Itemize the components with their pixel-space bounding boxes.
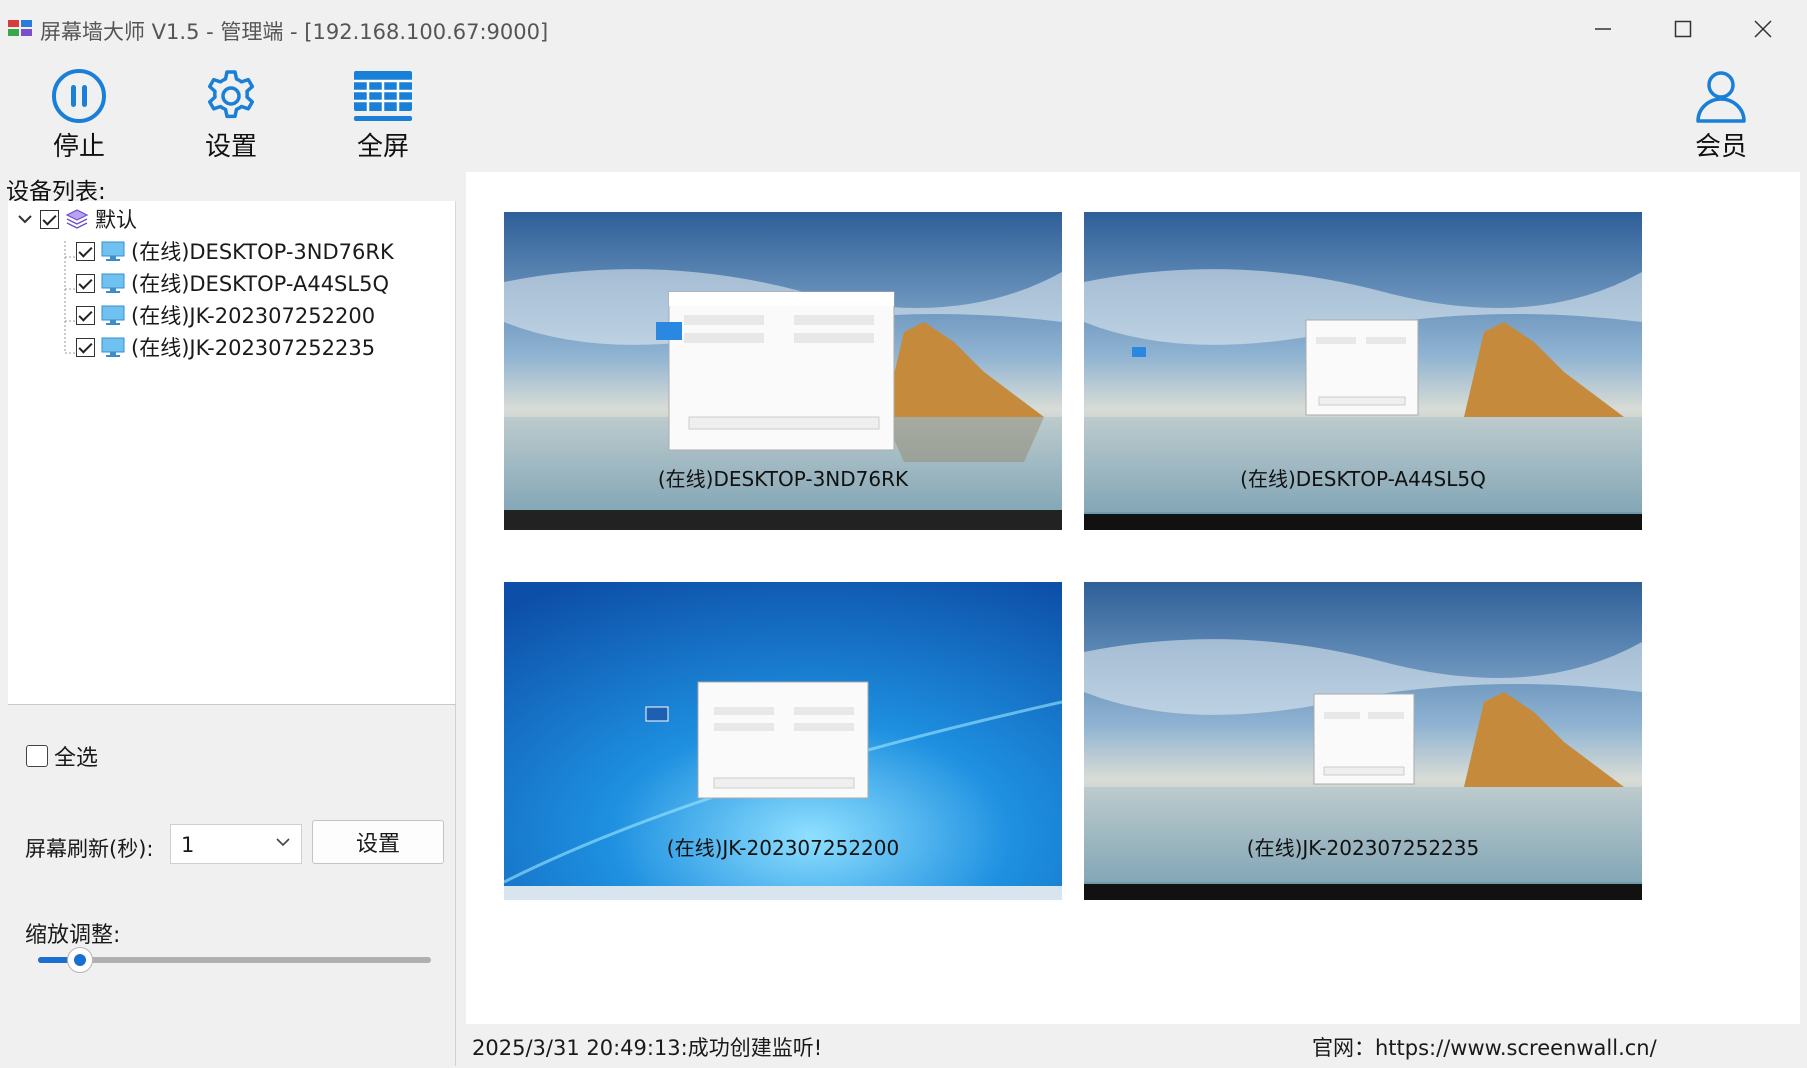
close-icon xyxy=(1754,20,1772,38)
device-label: (在线)JK-202307252200 xyxy=(131,304,376,328)
device-checkbox[interactable] xyxy=(76,305,95,325)
monitor-icon xyxy=(101,337,125,357)
refresh-interval-select[interactable]: 1 xyxy=(170,824,302,864)
refresh-interval-label: 屏幕刷新(秒): xyxy=(25,837,154,861)
device-checkbox[interactable] xyxy=(76,241,95,261)
fullscreen-button[interactable]: 全屏 xyxy=(328,68,438,168)
fullscreen-label: 全屏 xyxy=(356,132,409,162)
tree-device-item[interactable]: (在线)DESKTOP-A44SL5Q xyxy=(76,267,389,299)
chevron-down-icon[interactable] xyxy=(16,210,34,228)
tree-group-default[interactable]: 默认 xyxy=(16,203,137,235)
zoom-label: 缩放调整: xyxy=(25,923,121,948)
status-message: 2025/3/31 20:49:13:成功创建监听! xyxy=(472,1036,823,1060)
close-button[interactable] xyxy=(1723,0,1803,58)
settings-label: 设置 xyxy=(204,132,257,162)
toolbar: 停止 设置 全屏 会员 xyxy=(0,58,1807,168)
monitor-icon xyxy=(101,273,125,293)
sidebar: 设备列表: 默认 (在线)DESKTOP-3ND76RK (在线)DESKTOP… xyxy=(0,168,460,1068)
title-bar: 屏幕墙大师 V1.5 - 管理端 - [192.168.100.67:9000] xyxy=(0,0,1807,58)
device-checkbox[interactable] xyxy=(76,337,95,357)
app-logo-icon xyxy=(8,20,32,36)
group-label: 默认 xyxy=(95,208,137,232)
monitor-icon xyxy=(101,241,125,261)
gear-icon xyxy=(207,70,255,119)
screen-wall: (在线)DESKTOP-3ND76RK (在线)DESKTOP-A44SL5Q xyxy=(466,172,1800,1024)
window-title: 屏幕墙大师 V1.5 - 管理端 - [192.168.100.67:9000] xyxy=(40,20,549,44)
chevron-down-icon xyxy=(276,838,290,847)
member-button[interactable]: 会员 xyxy=(1666,68,1776,168)
pause-icon xyxy=(52,69,106,123)
group-checkbox[interactable] xyxy=(40,209,59,229)
stop-button[interactable]: 停止 xyxy=(24,68,134,168)
grid-screen-icon xyxy=(354,71,412,121)
monitor-icon xyxy=(101,305,125,325)
device-label: (在线)DESKTOP-3ND76RK xyxy=(131,240,394,264)
tree-device-item[interactable]: (在线)DESKTOP-3ND76RK xyxy=(76,235,394,267)
refresh-interval-value: 1 xyxy=(181,833,195,857)
zoom-slider-track[interactable] xyxy=(38,957,431,963)
tree-device-item[interactable]: (在线)JK-202307252235 xyxy=(76,331,375,363)
zoom-slider-thumb[interactable] xyxy=(67,947,94,973)
screen-caption: (在线)JK-202307252235 xyxy=(1246,836,1480,860)
website-link[interactable]: 官网：https://www.screenwall.cn/ xyxy=(1312,1032,1657,1062)
select-all-label: 全选 xyxy=(54,746,99,771)
tree-device-item[interactable]: (在线)JK-202307252200 xyxy=(76,299,375,331)
status-bar: 2025/3/31 20:49:13:成功创建监听! 官网：https://ww… xyxy=(466,1024,1800,1064)
maximize-icon xyxy=(1674,20,1692,38)
select-all-box[interactable] xyxy=(26,745,48,767)
control-panel: 全选 屏幕刷新(秒): 1 设置 缩放调整: xyxy=(8,704,456,1066)
settings-button[interactable]: 设置 xyxy=(176,68,286,168)
device-checkbox[interactable] xyxy=(76,273,95,293)
device-label: (在线)JK-202307252235 xyxy=(131,336,376,360)
member-label: 会员 xyxy=(1694,132,1747,162)
user-icon xyxy=(1696,71,1746,123)
maximize-button[interactable] xyxy=(1643,0,1723,58)
device-label: (在线)DESKTOP-A44SL5Q xyxy=(131,272,389,296)
select-all-checkbox[interactable]: 全选 xyxy=(26,740,98,772)
screen-caption: (在线)JK-202307252200 xyxy=(666,836,900,860)
layers-icon xyxy=(65,209,89,229)
minimize-button[interactable] xyxy=(1563,0,1643,58)
apply-refresh-button[interactable]: 设置 xyxy=(312,820,444,864)
screen-caption: (在线)DESKTOP-A44SL5Q xyxy=(1240,467,1486,491)
minimize-icon xyxy=(1595,28,1611,30)
screen-caption: (在线)DESKTOP-3ND76RK xyxy=(657,467,909,491)
stop-label: 停止 xyxy=(52,132,105,162)
